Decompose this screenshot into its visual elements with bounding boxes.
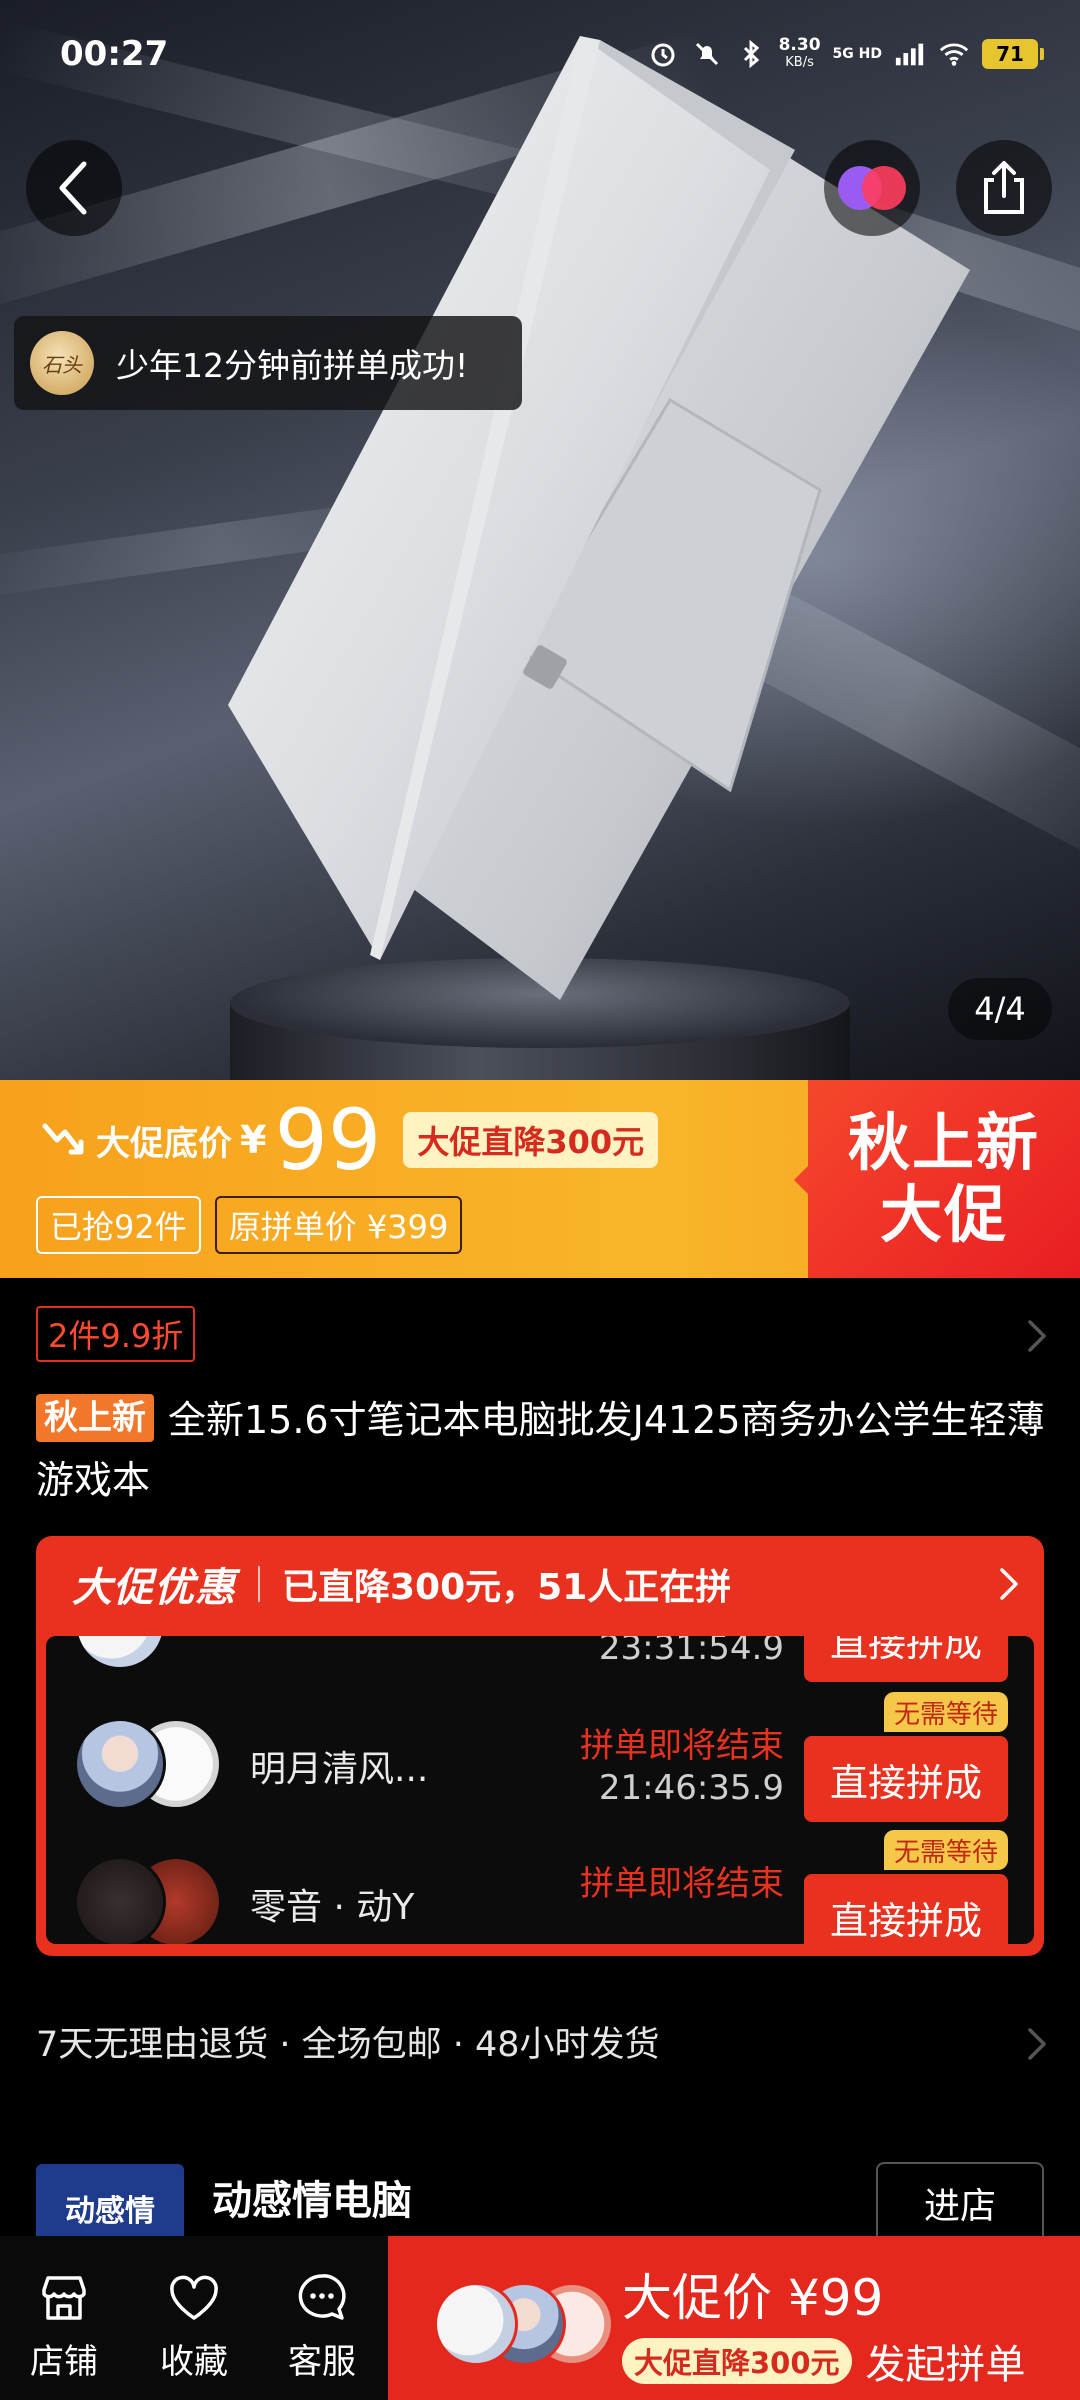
group-countdown: 23:31:54.9 [598,1636,784,1668]
trend-down-icon [36,1113,90,1167]
buy-sub-row: 大促直降300元 发起拼单 [622,2332,1026,2390]
multi-buy-discount-tag[interactable]: 2件9.9折 [36,1306,196,1362]
no-wait-badge: 无需等待 [883,1830,1008,1870]
badge-line1: 秋上新 [847,1106,1040,1179]
avatar [74,1718,166,1810]
signal-icon [894,38,926,70]
tab-label: 收藏 [160,2342,228,2382]
back-button[interactable] [26,140,122,236]
group-leader-name: 明月清风... [250,1749,429,1790]
group-buy-panel: 大促优惠 已直降300元，51人正在拼 " 23:31:54.9 直接拼成 [36,1536,1044,1956]
chevron-right-icon[interactable] [1022,2024,1052,2064]
title-badge: 秋上新 [36,1394,154,1442]
currency-symbol: ¥ [240,1118,267,1162]
group-countdown: 21:46:35.9 [598,1768,784,1808]
group-leader-name: 零音 · 动Y [250,1887,415,1928]
mute-icon [691,38,723,70]
list-item: 明月清风... 拼单即将结束 21:46:35.9 直接拼成 无需等待 [46,1688,1034,1828]
join-group-button[interactable]: 直接拼成 [804,1874,1008,1944]
net-speed-unit: KB/s [785,55,814,70]
tab-store[interactable]: 店铺 [4,2270,124,2390]
avatar: 石头 [30,331,94,395]
group-leader-name: " [250,1636,267,1641]
group-success-toast: 石头 少年12分钟前拼单成功! [14,316,522,410]
status-icons: 8.30 KB/s 5G HD 71 [647,36,1044,72]
group-buy-brand: 大促优惠 [72,1565,236,1611]
bottom-action-bar: 店铺 收藏 客服 大促价 ¥99 大促直降300元 发起拼单 [0,2236,1080,2400]
autumn-sale-badge: 秋上新 大促 [794,1080,1080,1278]
share-icon [984,161,1024,214]
promo-price-label: 大促底价 [96,1123,232,1164]
avatar-group [74,1856,222,1944]
laptop-product-image [228,36,970,1000]
avatar [434,2282,518,2366]
promo-price: 99 [274,1091,382,1189]
heart-icon [170,2275,218,2320]
badge-line2: 大促 [879,1178,1008,1251]
share-button[interactable] [956,140,1052,236]
net-speed: 8.30 KB/s [779,36,821,72]
product-title: 秋上新 全新15.6寸笔记本电脑批发J4125商务办公学生轻薄游戏本 [36,1390,1046,1510]
group-ending-text: 拼单即将结束 [580,1726,784,1766]
toast-message: 少年12分钟前拼单成功! [116,346,469,385]
avatar [74,1636,166,1670]
tab-label: 客服 [288,2342,356,2382]
network-5g-label: 5G HD [832,46,882,62]
avatar-group [74,1718,222,1814]
buy-drop-tag: 大促直降300元 [622,2338,852,2384]
join-group-button[interactable]: 直接拼成 [804,1636,1008,1682]
chevron-left-icon [59,161,87,215]
join-group-button[interactable]: 直接拼成 [804,1736,1008,1822]
avatar-group [74,1636,214,1674]
list-item: " 23:31:54.9 直接拼成 [46,1636,1034,1688]
alarm-icon [647,38,679,70]
chevron-right-icon [1000,1568,1018,1600]
bluetooth-icon [735,38,767,70]
avatar [74,1856,166,1944]
avatar-group [434,2282,614,2370]
divider [258,1566,260,1602]
promo-banner: 大促底价 ¥ 99 大促直降300元 已抢92件 原拼单价 ¥399 秋上新 大… [0,1080,1080,1278]
favorite-circle-button[interactable] [824,140,920,236]
no-wait-badge: 无需等待 [883,1692,1008,1732]
promo-meta-row: 已抢92件 原拼单价 ¥399 [36,1196,463,1254]
store-icon [42,2276,86,2320]
chat-bubble-icon [298,2274,346,2320]
battery-indicator: 71 [982,39,1044,69]
promo-price-row: 大促底价 ¥ 99 大促直降300元 [36,1091,659,1189]
tab-favorite[interactable]: 收藏 [134,2270,254,2390]
tab-label: 店铺 [30,2342,98,2382]
service-guarantees: 7天无理由退货 · 全场包邮 · 48小时发货 [36,2025,660,2065]
buy-action-label: 发起拼单 [865,2342,1026,2388]
list-item: 零音 · 动Y 拼单即将结束 直接拼成 无需等待 [46,1826,1034,1944]
price-drop-tag: 大促直降300元 [403,1112,659,1168]
group-buy-header[interactable]: 大促优惠 已直降300元，51人正在拼 [36,1536,1044,1632]
product-title-text: 全新15.6寸笔记本电脑批发J4125商务办公学生轻薄游戏本 [36,1398,1045,1502]
buy-price: 大促价 ¥99 [622,2269,884,2327]
chevron-right-icon[interactable] [1022,1316,1052,1356]
original-price-tag: 原拼单价 ¥399 [214,1196,463,1254]
start-group-buy-button[interactable]: 大促价 ¥99 大促直降300元 发起拼单 [388,2236,1080,2400]
group-buy-info: 已直降300元，51人正在拼 [282,1567,732,1608]
image-page-indicator: 4/4 [948,978,1052,1040]
overlap-circles-icon [838,166,906,210]
product-image-carousel[interactable]: 00:27 8.30 KB/s 5G HD 71 石头 少年12分钟前拼单成功!… [0,0,1080,1080]
sold-count-tag: 已抢92件 [36,1196,201,1254]
group-buy-list[interactable]: " 23:31:54.9 直接拼成 明月清风... 拼单即将结束 21:46:3… [46,1636,1034,1944]
net-speed-value: 8.30 [778,35,821,55]
status-bar: 00:27 8.30 KB/s 5G HD 71 [0,0,1080,110]
enter-store-button[interactable]: 进店 [876,2162,1044,2244]
group-ending-text: 拼单即将结束 [580,1864,784,1904]
tab-customer-service[interactable]: 客服 [262,2270,382,2390]
wifi-icon [938,38,970,70]
store-name[interactable]: 动感情电脑 [212,2168,412,2226]
status-time: 00:27 [60,34,169,74]
